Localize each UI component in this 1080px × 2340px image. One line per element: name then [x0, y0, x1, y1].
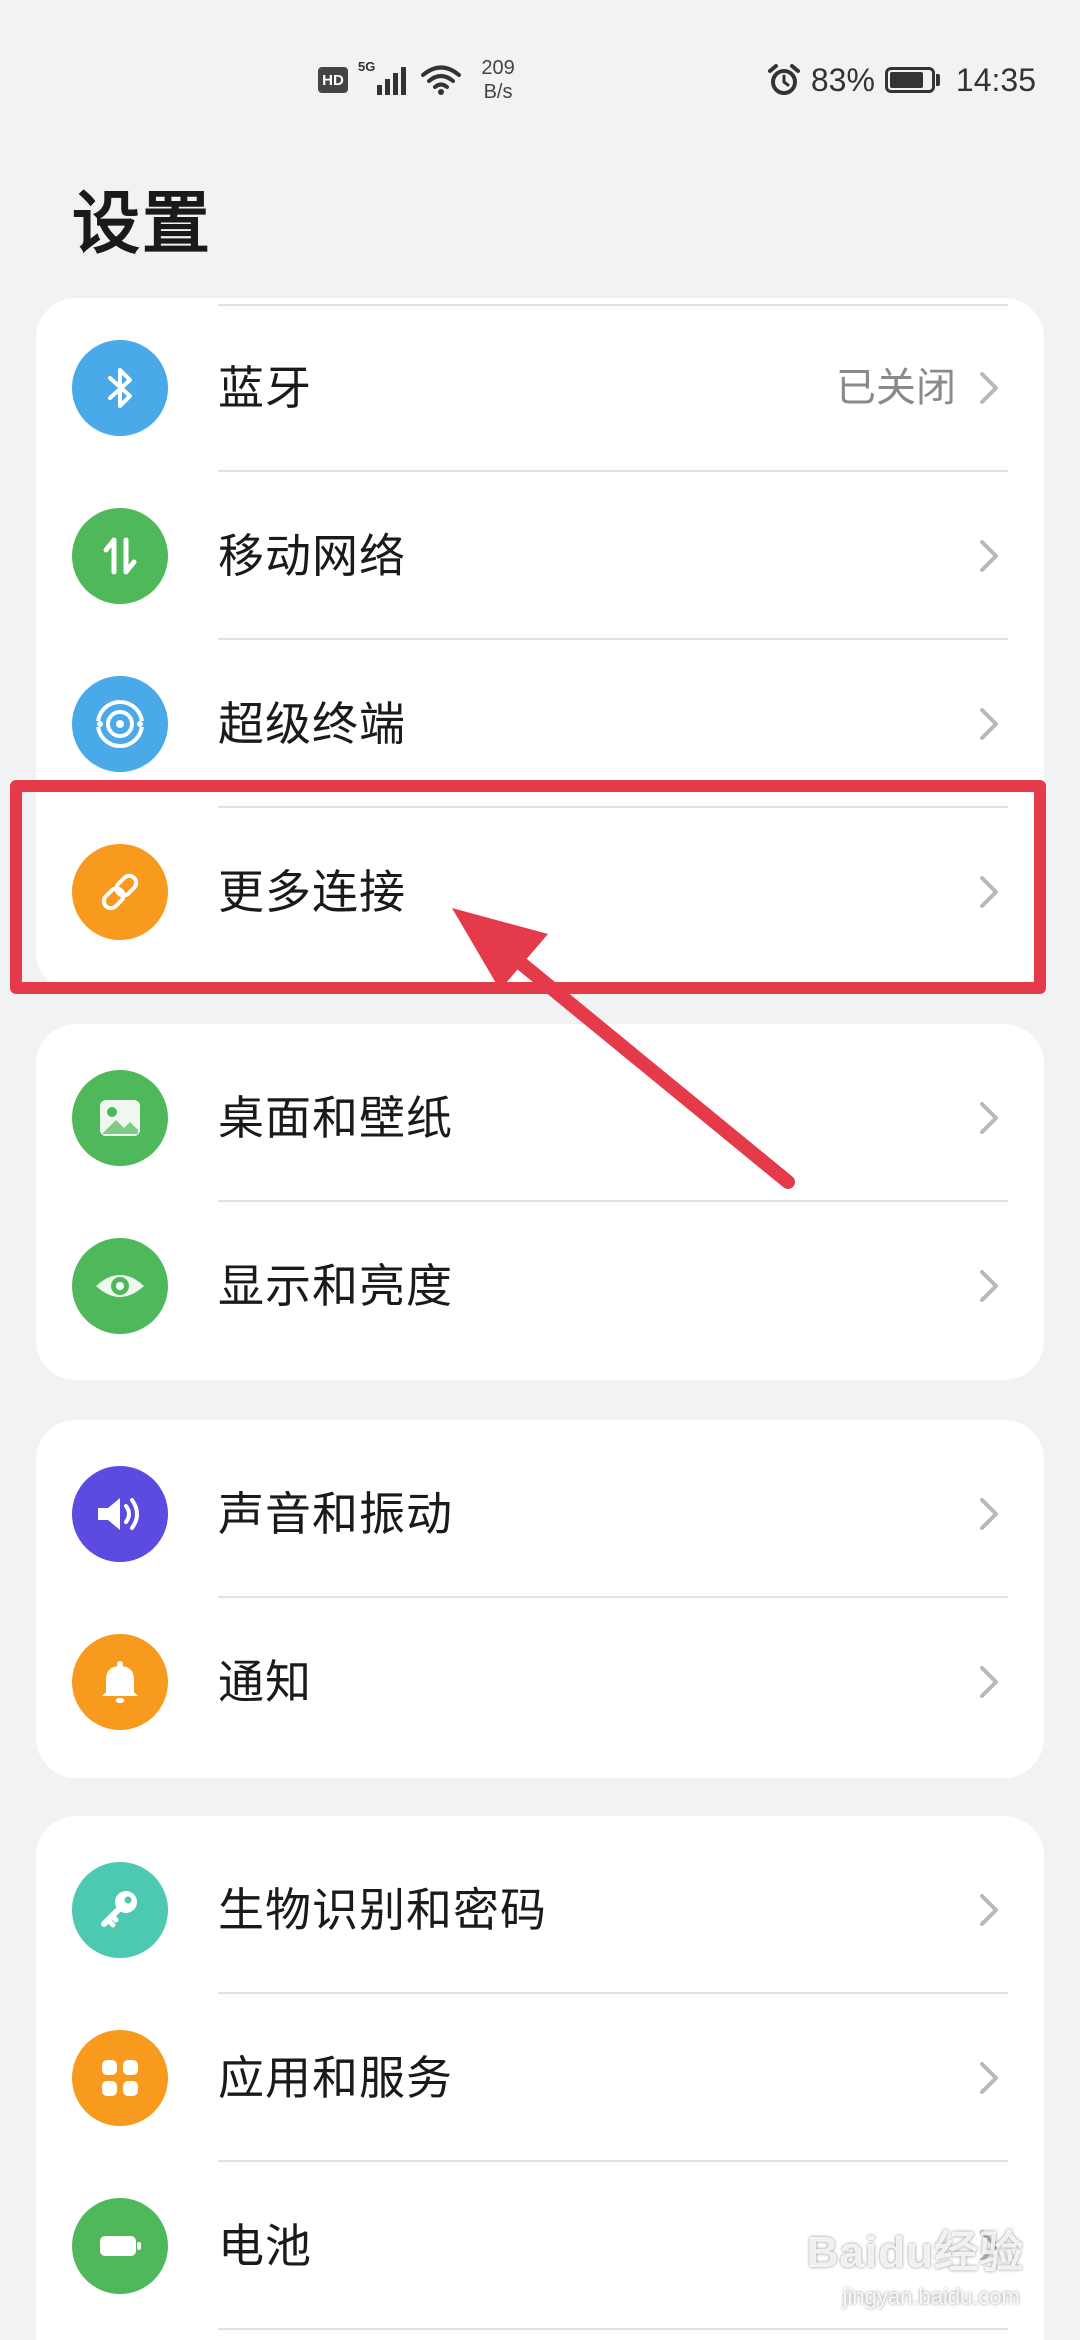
settings-row-mobile-network[interactable]: 移动网络	[36, 472, 1044, 640]
row-label: 移动网络	[218, 529, 406, 583]
clock: 14:35	[955, 61, 1036, 98]
settings-row-sound[interactable]: 声音和振动	[36, 1430, 1044, 1598]
settings-row-display[interactable]: 显示和亮度	[36, 1202, 1044, 1370]
chevron-right-icon	[980, 1102, 998, 1134]
divider	[218, 2328, 1008, 2330]
super-device-icon	[72, 676, 168, 772]
key-icon	[72, 1862, 168, 1958]
network-type-label: 5G	[358, 58, 376, 74]
status-bar-right: 83% 14:35	[767, 50, 1036, 110]
settings-row-apps[interactable]: 应用和服务	[36, 1994, 1044, 2162]
chevron-right-icon	[980, 1894, 998, 1926]
row-label: 应用和服务	[218, 2051, 453, 2105]
row-label: 蓝牙	[218, 361, 312, 415]
row-label: 显示和亮度	[218, 1259, 453, 1313]
row-label: 桌面和壁纸	[218, 1091, 453, 1145]
display-card: 桌面和壁纸 显示和亮度	[36, 1024, 1044, 1380]
wallpaper-icon	[72, 1070, 168, 1166]
chevron-right-icon	[980, 540, 998, 572]
eye-icon	[72, 1238, 168, 1334]
speaker-icon	[72, 1466, 168, 1562]
row-value: 已关闭	[836, 365, 956, 411]
battery-percent: 83%	[810, 61, 875, 98]
network-speed-value: 209	[481, 57, 515, 79]
settings-row-wallpaper[interactable]: 桌面和壁纸	[36, 1034, 1044, 1202]
chevron-right-icon	[980, 372, 998, 404]
watermark-url: jingyan.baidu.com	[842, 2284, 1020, 2309]
battery-fill	[889, 72, 924, 88]
apps-icon	[72, 2030, 168, 2126]
watermark-logo: Baidu经验	[806, 2228, 1024, 2277]
row-label: 电池	[218, 2219, 312, 2273]
settings-row-notifications[interactable]: 通知	[36, 1598, 1044, 1766]
bluetooth-icon	[72, 340, 168, 436]
battery-tip	[935, 74, 940, 86]
settings-row-biometrics[interactable]: 生物识别和密码	[36, 1826, 1044, 1994]
signal-icon	[377, 67, 407, 95]
chevron-right-icon	[980, 1270, 998, 1302]
status-bar: HD 5G 209 B/s 83% 14:35	[0, 50, 1080, 110]
chevron-right-icon	[980, 1498, 998, 1530]
hd-badge: HD	[318, 67, 348, 93]
page-title: 设置	[72, 185, 213, 264]
mobile-network-icon	[72, 508, 168, 604]
row-label: 声音和振动	[218, 1487, 453, 1541]
sound-card: 声音和振动 通知	[36, 1420, 1044, 1778]
highlight-box	[10, 780, 1046, 994]
network-speed-unit: B/s	[483, 81, 513, 103]
settings-row-bluetooth[interactable]: 蓝牙 已关闭	[36, 304, 1044, 472]
battery-icon	[72, 2198, 168, 2294]
battery-status-icon	[884, 67, 935, 93]
row-label: 生物识别和密码	[218, 1883, 547, 1937]
wifi-icon	[421, 65, 462, 95]
chevron-right-icon	[980, 2062, 998, 2094]
bell-icon	[72, 1634, 168, 1730]
settings-screen: HD 5G 209 B/s 83% 14:35 设置 蓝牙 已关闭 移动网络 超…	[0, 0, 1080, 2340]
chevron-right-icon	[980, 708, 998, 740]
row-label: 通知	[218, 1655, 312, 1709]
status-bar-left: HD 5G 209 B/s	[318, 50, 515, 110]
alarm-icon	[767, 64, 800, 95]
network-speed: 209 B/s	[481, 56, 514, 104]
chevron-right-icon	[980, 1666, 998, 1698]
